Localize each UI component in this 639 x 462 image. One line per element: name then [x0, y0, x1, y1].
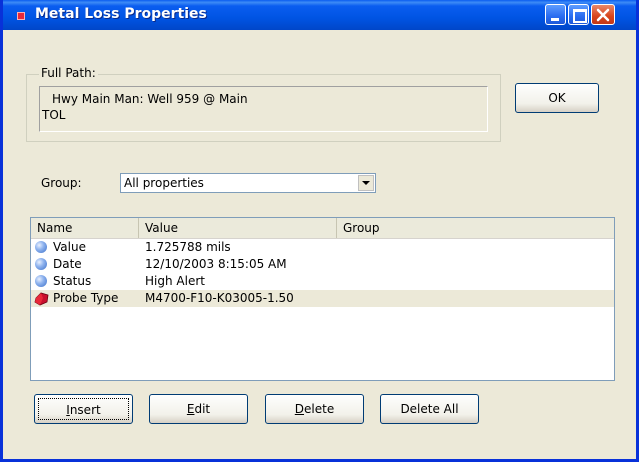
- column-header-group[interactable]: Group: [337, 218, 614, 238]
- properties-list[interactable]: Name Value Group Value 1.725788 mils Dat…: [30, 217, 615, 381]
- close-icon: [596, 8, 610, 22]
- full-path-line1: Hwy Main Man: Well 959 @ Main: [52, 92, 248, 106]
- row-value: 12/10/2003 8:15:05 AM: [145, 257, 287, 271]
- sphere-icon: [35, 258, 47, 270]
- row-value: M4700-F10-K03005-1.50: [145, 291, 294, 305]
- full-path-field: Hwy Main Man: Well 959 @ Main TOL: [39, 86, 488, 132]
- full-path-line2: TOL: [42, 108, 66, 122]
- list-row[interactable]: Status High Alert: [31, 273, 614, 290]
- delete-all-button[interactable]: Delete All: [380, 394, 479, 424]
- row-value: 1.725788 mils: [145, 240, 231, 254]
- list-row-selected[interactable]: Probe Type M4700-F10-K03005-1.50: [31, 290, 614, 307]
- list-row[interactable]: Date 12/10/2003 8:15:05 AM: [31, 256, 614, 273]
- chevron-down-icon: [362, 181, 370, 185]
- delete-mnemonic: D: [294, 402, 305, 416]
- edit-label: dit: [194, 402, 211, 416]
- row-name: Date: [53, 257, 82, 271]
- list-header: Name Value Group: [31, 218, 614, 239]
- insert-label: nsert: [69, 403, 101, 417]
- group-dropdown-value: All properties: [124, 176, 204, 190]
- column-header-value[interactable]: Value: [139, 218, 337, 238]
- list-row[interactable]: Value 1.725788 mils: [31, 239, 614, 256]
- maximize-button[interactable]: [568, 4, 589, 25]
- row-value: High Alert: [145, 274, 205, 288]
- dropdown-button[interactable]: [358, 175, 374, 191]
- maximize-icon: [573, 9, 587, 23]
- delete-button[interactable]: Delete: [265, 394, 364, 424]
- row-name: Value: [53, 240, 86, 254]
- close-button[interactable]: [591, 4, 615, 25]
- full-path-label: Full Path:: [39, 66, 98, 80]
- minimize-button[interactable]: [545, 4, 566, 25]
- row-name: Status: [53, 274, 92, 288]
- probe-icon: [34, 292, 49, 306]
- group-dropdown[interactable]: All properties: [120, 173, 376, 193]
- window-title: Metal Loss Properties: [35, 6, 207, 22]
- app-icon: [17, 12, 25, 20]
- dialog-window: Metal Loss Properties Full Path: Hwy Mai…: [0, 0, 639, 462]
- sphere-icon: [35, 241, 47, 253]
- row-name: Probe Type: [53, 291, 119, 305]
- column-header-name[interactable]: Name: [31, 218, 139, 238]
- title-bar[interactable]: Metal Loss Properties: [3, 0, 636, 30]
- edit-button[interactable]: Edit: [149, 394, 248, 424]
- insert-button[interactable]: Insert: [34, 394, 133, 424]
- focus-rect: Insert: [38, 398, 129, 420]
- sphere-icon: [35, 275, 47, 287]
- ok-button[interactable]: OK: [515, 83, 599, 113]
- minimize-icon: [551, 18, 559, 21]
- delete-label: elete: [304, 402, 335, 416]
- group-label: Group:: [41, 176, 82, 190]
